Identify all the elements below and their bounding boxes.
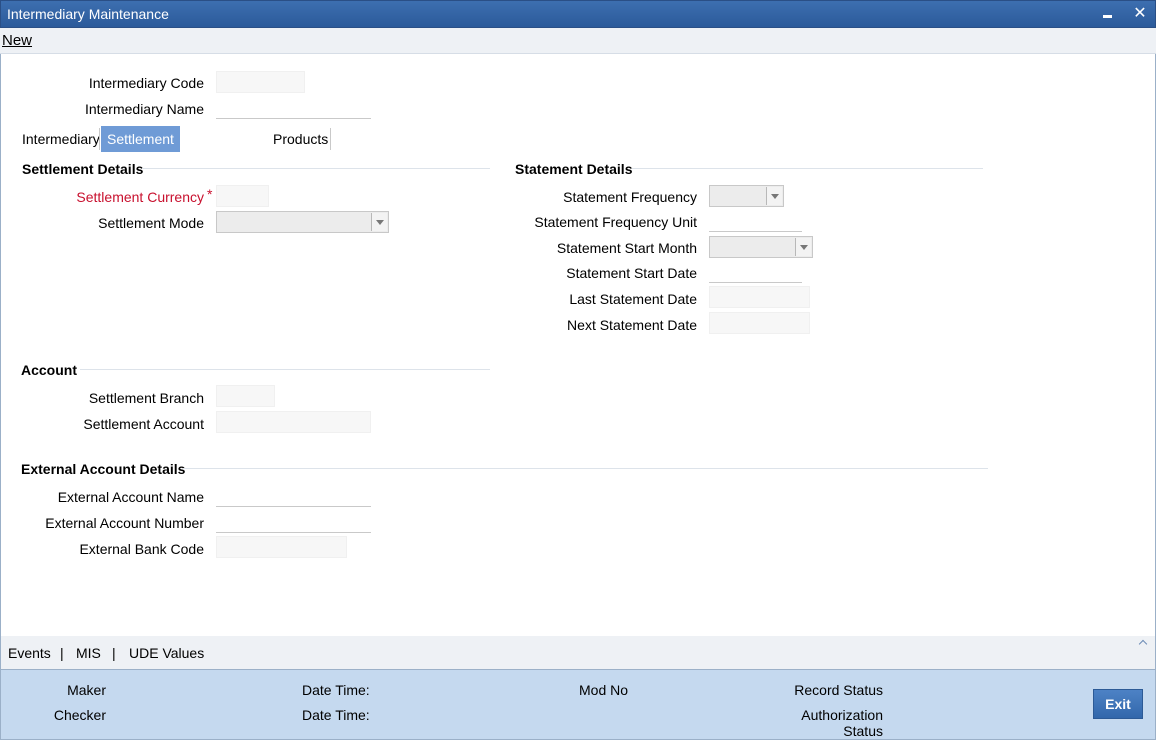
close-icon[interactable]: ✕ (1131, 5, 1149, 23)
settlement-account-label: Settlement Account (83, 416, 204, 432)
mis-link[interactable]: MIS (76, 645, 101, 661)
authorization-label: Authorization (801, 707, 883, 723)
statement-start-month-label: Statement Start Month (556, 240, 697, 256)
intermediary-code-label: Intermediary Code (88, 75, 204, 91)
settlement-mode-select[interactable] (216, 211, 389, 233)
statement-start-month-select[interactable] (709, 236, 813, 258)
external-bank-code-label: External Bank Code (79, 541, 204, 557)
maker-label: Maker (67, 682, 106, 698)
tab-products[interactable]: Products (267, 126, 334, 152)
intermediary-code-field[interactable] (216, 71, 305, 93)
external-account-number-field[interactable] (216, 511, 371, 533)
settlement-branch-field[interactable] (216, 385, 275, 407)
account-heading: Account (21, 362, 77, 378)
minimize-icon[interactable] (1099, 5, 1117, 23)
last-statement-date-label: Last Statement Date (569, 291, 697, 307)
settlement-mode-label: Settlement Mode (98, 215, 204, 231)
record-status-label: Record Status (794, 682, 883, 698)
chevron-down-icon[interactable] (795, 238, 811, 256)
external-account-number-label: External Account Number (45, 515, 204, 531)
external-bank-code-field[interactable] (216, 536, 347, 558)
settlement-currency-field[interactable] (216, 185, 269, 207)
settlement-branch-label: Settlement Branch (88, 390, 204, 406)
tab-settlement-and-statement[interactable]: Settlement and Statement (101, 126, 180, 199)
window-title: Intermediary Maintenance (7, 6, 169, 22)
required-marker: * (207, 186, 213, 202)
window-titlebar: Intermediary Maintenance ✕ (0, 0, 1156, 28)
intermediary-name-label: Intermediary Name (84, 101, 204, 117)
new-link[interactable]: New (2, 32, 32, 49)
section-divider (632, 168, 983, 169)
exit-button[interactable]: Exit (1093, 689, 1143, 719)
checker-date-time-label: Date Time: (302, 707, 370, 723)
statement-frequency-unit-field[interactable] (709, 210, 802, 232)
statement-frequency-unit-label: Statement Frequency Unit (534, 214, 697, 230)
tab-divider (330, 128, 331, 150)
link-separator: | (60, 645, 64, 661)
statement-frequency-label: Statement Frequency (563, 189, 697, 205)
statement-start-date-field[interactable] (709, 261, 802, 283)
link-separator: | (112, 645, 116, 661)
caret-up-icon[interactable] (1139, 638, 1149, 648)
external-account-name-field[interactable] (216, 485, 371, 507)
authorization-status-label: Status (843, 723, 883, 739)
settlement-currency-label: Settlement Currency (76, 189, 204, 205)
maker-date-time-label: Date Time: (302, 682, 370, 698)
section-divider (183, 468, 988, 469)
settlement-account-field[interactable] (216, 411, 371, 433)
external-account-details-heading: External Account Details (21, 461, 186, 477)
next-statement-date-field[interactable] (709, 312, 810, 334)
menu-bar: New (0, 28, 1156, 54)
footer-links-bar: Events | MIS | UDE Values (0, 636, 1156, 669)
events-link[interactable]: Events (8, 645, 51, 661)
chevron-down-icon[interactable] (371, 213, 387, 231)
section-divider (80, 369, 490, 370)
last-statement-date-field[interactable] (709, 286, 810, 308)
chevron-down-icon[interactable] (766, 187, 782, 205)
statement-details-heading: Statement Details (515, 161, 633, 177)
checker-label: Checker (53, 707, 106, 723)
settlement-details-heading: Settlement Details (22, 161, 144, 177)
next-statement-date-label: Next Statement Date (567, 317, 697, 333)
audit-panel: Maker Checker Date Time: Date Time: Mod … (0, 669, 1156, 740)
mod-no-label: Mod No (579, 682, 629, 698)
udf-values-link[interactable]: UDE Values (129, 645, 204, 661)
tab-divider (99, 128, 100, 150)
section-divider (142, 168, 490, 169)
intermediary-name-field[interactable] (216, 97, 371, 119)
tab-intermediary[interactable]: Intermediary (16, 126, 106, 152)
statement-start-date-label: Statement Start Date (566, 265, 697, 281)
external-account-name-label: External Account Name (57, 489, 204, 505)
statement-frequency-select[interactable] (709, 185, 784, 207)
